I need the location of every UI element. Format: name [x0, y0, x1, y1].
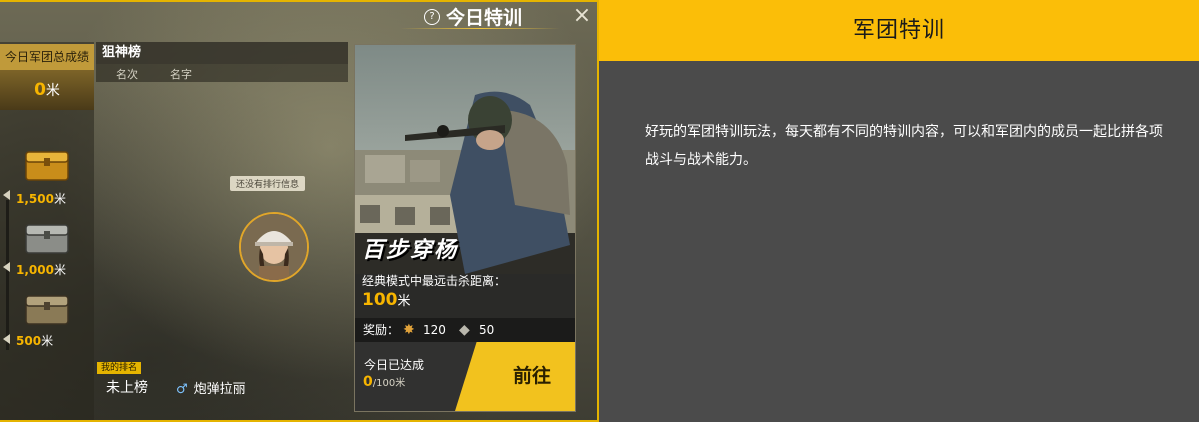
- my-rank: 未上榜: [106, 380, 148, 396]
- gold-chest-icon[interactable]: [22, 148, 72, 184]
- challenge-target-unit: 米: [397, 294, 411, 309]
- reward-unit: 米: [41, 334, 54, 348]
- reward-value: 500: [16, 334, 42, 348]
- reward-marker-500: [3, 334, 10, 344]
- help-icon[interactable]: ?: [424, 9, 440, 25]
- col-name: 名字: [170, 68, 192, 81]
- reward-value: 1,500: [16, 192, 54, 206]
- reward-value: 1,000: [16, 263, 54, 277]
- my-player: ♂ 炮弹拉丽: [176, 378, 246, 397]
- challenge-name: 百步穿杨: [362, 238, 459, 263]
- total-score-unit: 米: [45, 83, 60, 99]
- challenge-reward-row: 奖励： ✸ 120 ◆ 50: [355, 318, 575, 342]
- reward-1000: 1,000米: [16, 261, 66, 277]
- male-icon: ♂: [176, 382, 188, 397]
- leaderboard-columns: 名次 名字: [96, 64, 348, 82]
- page-title: 今日特训: [446, 7, 523, 29]
- total-score-label: 今日军团总成绩: [0, 44, 94, 70]
- challenge-target-value: 100: [362, 290, 398, 310]
- challenge-target: 100米: [362, 290, 411, 310]
- avatar[interactable]: [239, 212, 309, 282]
- reward-1500: 1,500米: [16, 190, 66, 206]
- close-icon[interactable]: ×: [572, 5, 592, 27]
- my-rank-tag: 我的排名: [97, 362, 142, 374]
- info-panel: [599, 0, 1199, 422]
- bronze-chest-icon[interactable]: [22, 292, 72, 328]
- challenge-description: 经典模式中最远击杀距离：: [362, 274, 507, 288]
- leaderboard-title: 狙神榜: [96, 42, 348, 64]
- reward-star-value: 120: [423, 323, 446, 337]
- title-divider: [400, 28, 560, 29]
- total-score: 0米: [0, 70, 94, 110]
- done-total: /100米: [372, 378, 406, 389]
- progress-track: [6, 200, 9, 350]
- reward-crate-value: 50: [479, 323, 495, 337]
- col-rank: 名次: [116, 68, 138, 81]
- my-player-name: 炮弹拉丽: [193, 382, 246, 397]
- total-score-value: 0: [34, 80, 46, 100]
- done-progress: 0/100米: [363, 374, 405, 390]
- reward-500: 500米: [16, 332, 53, 348]
- reward-marker-1500: [3, 190, 10, 200]
- silver-chest-icon[interactable]: [22, 221, 72, 257]
- reward-unit: 米: [53, 263, 66, 277]
- info-description: 好玩的军团特训玩法，每天都有不同的特训内容，可以和军团内的成员一起比拼各项战斗与…: [645, 124, 1163, 168]
- reward-marker-1000: [3, 262, 10, 272]
- crate-icon: ◆: [459, 322, 470, 338]
- empty-leaderboard-tip: 还没有排行信息: [230, 176, 306, 191]
- reward-unit: 米: [53, 192, 66, 206]
- done-label: 今日已达成: [364, 358, 425, 372]
- reward-label: 奖励：: [363, 323, 400, 337]
- info-title: 军团特训: [599, 0, 1199, 61]
- star-badge-icon: ✸: [403, 322, 415, 338]
- done-value: 0: [363, 374, 373, 390]
